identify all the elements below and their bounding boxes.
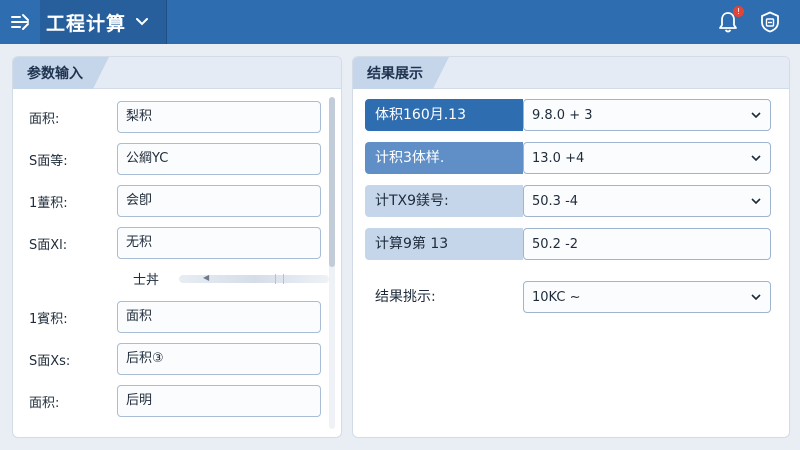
results-panel: 结果展示 体积160月.13 9.8.0 + 3 计积3体样. 13.0 +4 …: [352, 56, 790, 438]
form-row: 1蕫积: 会卽: [29, 185, 321, 217]
result-select[interactable]: 50.2 -2: [523, 228, 771, 260]
field-label: S面等:: [29, 153, 68, 169]
result-row: 结果挑示: 10KC ~: [365, 281, 771, 313]
result-row: 计积3体样. 13.0 +4: [365, 142, 771, 174]
result-label: 计TX9鎂号:: [365, 185, 523, 217]
chevron-down-icon: [750, 198, 762, 204]
app-title-dropdown[interactable]: 工程计算: [40, 0, 168, 44]
notification-badge: !: [733, 6, 744, 17]
field-label: 1賓积:: [29, 311, 68, 327]
result-value: 50.2 -2: [532, 236, 579, 252]
result-row: 计算9第 13 50.2 -2: [365, 228, 771, 260]
form-row: 1賓积: 面积: [29, 301, 321, 333]
result-label: 计积3体样.: [365, 142, 523, 174]
app-title: 工程计算: [46, 12, 127, 35]
field-label: S面Xs:: [29, 353, 71, 369]
field-input[interactable]: 后积③: [117, 343, 321, 375]
field-input[interactable]: 后明: [117, 385, 321, 417]
field-input[interactable]: 无积: [117, 227, 321, 259]
result-select[interactable]: 9.8.0 + 3: [523, 99, 771, 131]
form-row: S面Xl: 无积: [29, 227, 321, 259]
field-label: 面积:: [29, 395, 60, 411]
arrow-left-icon: ◀: [203, 273, 210, 282]
result-select[interactable]: 50.3 -4: [523, 185, 771, 217]
top-bar: 工程计算 !: [0, 0, 800, 44]
result-value: 13.0 +4: [532, 150, 585, 166]
field-label: S面Xl:: [29, 237, 68, 253]
result-value: 10KC ~: [532, 289, 581, 305]
field-label: 面积:: [29, 111, 60, 127]
form-row: 面积: 梨积: [29, 101, 321, 133]
panel-title: 参数输入: [13, 57, 109, 89]
result-row: 计TX9鎂号: 50.3 -4: [365, 185, 771, 217]
middle-label: 士丼: [133, 273, 160, 288]
form-row: S面Xs: 后积③: [29, 343, 321, 375]
bell-icon[interactable]: !: [716, 6, 744, 34]
form-row: S面等: 公綱YC: [29, 143, 321, 175]
field-input[interactable]: 公綱YC: [117, 143, 321, 175]
field-input[interactable]: 会卽: [117, 185, 321, 217]
result-row: 体积160月.13 9.8.0 + 3: [365, 99, 771, 131]
parameter-input-panel: 参数输入 面积: 梨积 S面等: 公綱YC 1蕫积: 会卽 S面Xl: 无积 士…: [12, 56, 342, 438]
result-label: 体积160月.13: [365, 99, 523, 131]
panel-header: 参数输入: [13, 57, 341, 89]
result-select[interactable]: 10KC ~: [523, 281, 771, 313]
result-select[interactable]: 13.0 +4: [523, 142, 771, 174]
slider-tick: [275, 274, 276, 284]
field-input[interactable]: 面积: [117, 301, 321, 333]
panel-header: 结果展示: [353, 57, 789, 89]
scrollbar[interactable]: [329, 97, 335, 429]
result-value: 50.3 -4: [532, 193, 579, 209]
form-row: 面积: 后明: [29, 385, 321, 417]
chevron-down-icon: [750, 155, 762, 161]
result-value: 9.8.0 + 3: [532, 107, 593, 123]
shield-icon[interactable]: [758, 10, 782, 34]
chevron-down-icon: [750, 112, 762, 118]
field-input[interactable]: 梨积: [117, 101, 321, 133]
menu-icon[interactable]: [0, 0, 40, 44]
result-label: 计算9第 13: [365, 228, 523, 260]
slider-tick: [283, 274, 284, 284]
scrollbar-thumb[interactable]: [329, 97, 335, 267]
field-label: 1蕫积:: [29, 195, 68, 211]
chevron-down-icon: [750, 294, 762, 300]
panel-title: 结果展示: [353, 57, 449, 89]
result-label: 结果挑示:: [375, 289, 436, 305]
chevron-down-icon: [136, 18, 149, 26]
horizontal-slider[interactable]: ◀: [179, 273, 329, 284]
